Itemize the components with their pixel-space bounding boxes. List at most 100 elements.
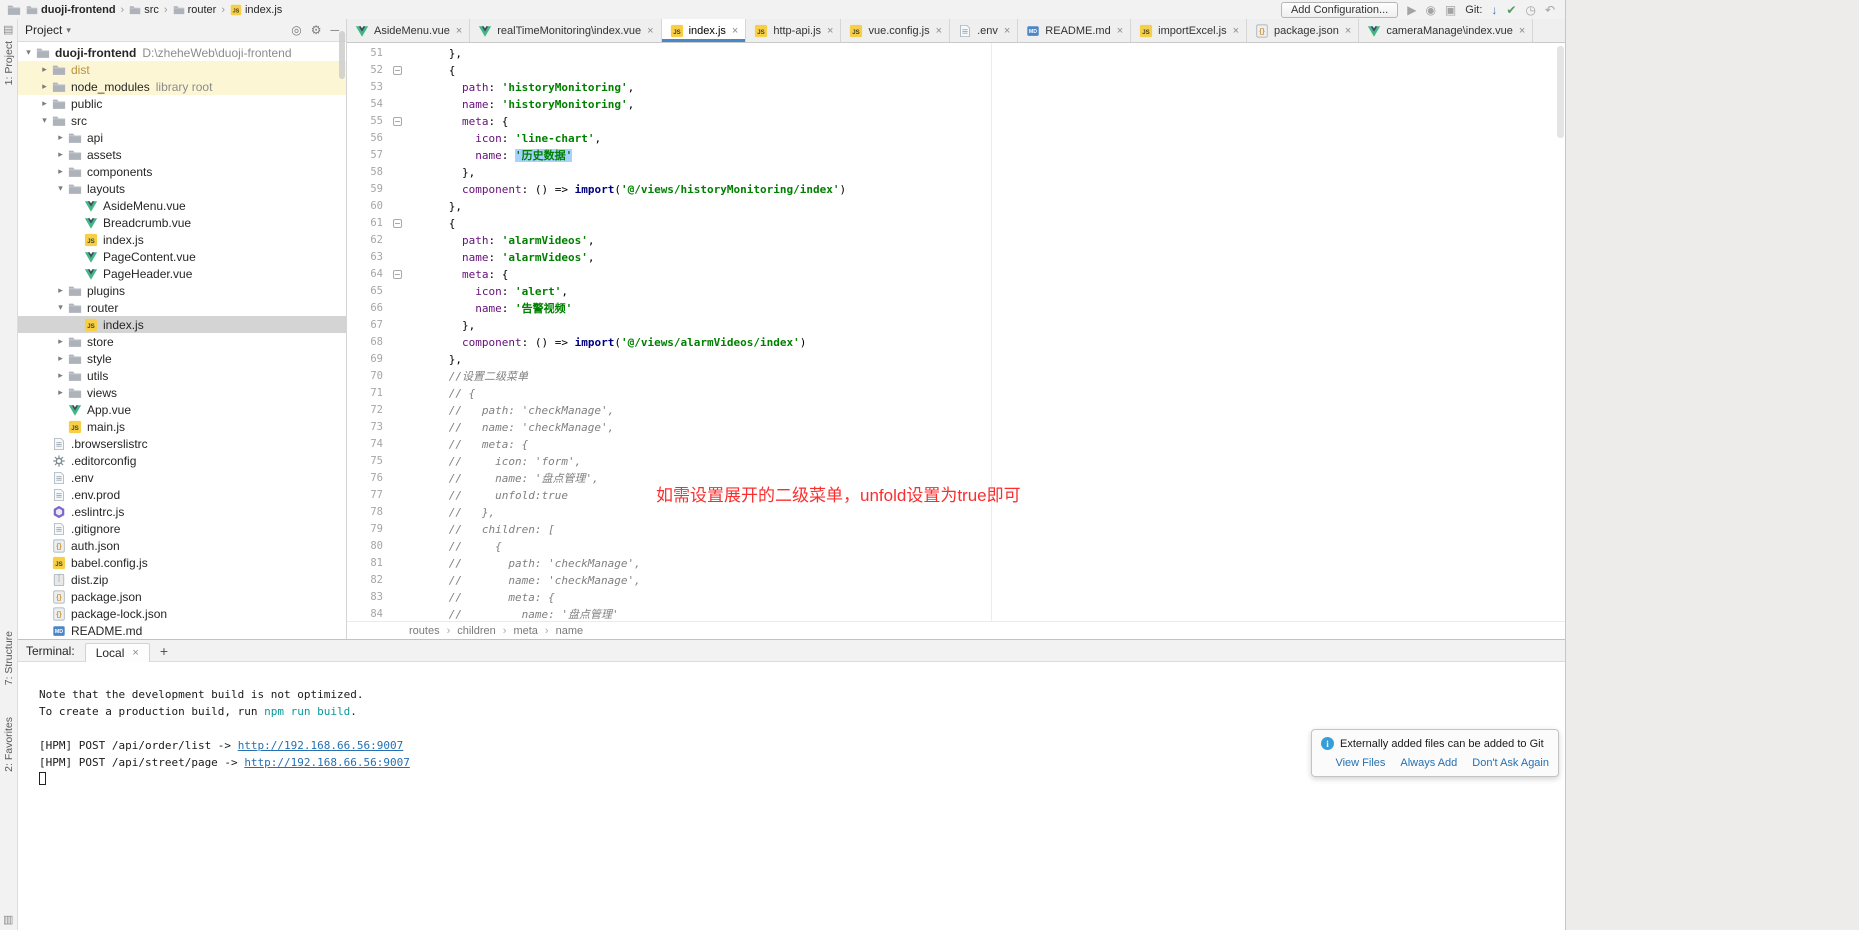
tree-item-.eslintrc.js[interactable]: .eslintrc.js (18, 503, 346, 520)
add-configuration-button[interactable]: Add Configuration... (1281, 2, 1398, 18)
tree-item-router[interactable]: ▾router (18, 299, 346, 316)
tab-.env[interactable]: .env× (950, 19, 1018, 42)
rollback-icon[interactable]: ↶ (1545, 4, 1555, 16)
tab-vue.config.js[interactable]: JSvue.config.js× (841, 19, 950, 42)
tab-cameraManage\index.vue[interactable]: cameraManage\index.vue× (1359, 19, 1533, 42)
tree-item-PageHeader.vue[interactable]: PageHeader.vue (18, 265, 346, 282)
editor-breadcrumb-routes[interactable]: routes (409, 625, 440, 637)
chevron-collapsed-icon[interactable]: ▸ (38, 64, 51, 75)
locate-file-button[interactable]: ◎ (291, 23, 301, 37)
editor-breadcrumb-meta[interactable]: meta (513, 625, 537, 637)
breadcrumb-item-index.js[interactable]: JSindex.js (228, 4, 284, 16)
tree-item-README.md[interactable]: MDREADME.md (18, 622, 346, 639)
tab-README.md[interactable]: MDREADME.md× (1018, 19, 1131, 42)
tree-item-dist.zip[interactable]: dist.zip (18, 571, 346, 588)
tree-item-main.js[interactable]: JSmain.js (18, 418, 346, 435)
fold-box-icon[interactable] (393, 117, 402, 126)
tab-index.js[interactable]: JSindex.js× (662, 19, 747, 42)
terminal-tab-local[interactable]: Local × (85, 643, 150, 662)
code-editor[interactable]: 51 },52 {53 path: 'historyMonitoring',54… (347, 43, 1565, 621)
tab-close-icon[interactable]: × (827, 25, 833, 37)
tab-close-icon[interactable]: × (936, 25, 942, 37)
chevron-down-icon[interactable]: ▾ (66, 25, 71, 36)
tree-item-views[interactable]: ▸views (18, 384, 346, 401)
tab-close-icon[interactable]: × (1004, 25, 1010, 37)
tree-item-.gitignore[interactable]: .gitignore (18, 520, 346, 537)
tree-item-dist[interactable]: ▸dist (18, 61, 346, 78)
tab-close-icon[interactable]: × (1519, 25, 1525, 37)
terminal-output[interactable]: Note that the development build is not o… (18, 662, 1565, 930)
terminal-tab-close-icon[interactable]: × (132, 647, 138, 659)
debug-button[interactable]: ◉ (1425, 4, 1435, 16)
chevron-collapsed-icon[interactable]: ▸ (38, 98, 51, 109)
tree-item-package.json[interactable]: {}package.json (18, 588, 346, 605)
chevron-expanded-icon[interactable]: ▾ (54, 183, 67, 194)
terminal-link[interactable]: http://192.168.66.56:9007 (238, 739, 404, 752)
chevron-expanded-icon[interactable]: ▾ (54, 302, 67, 313)
tree-item-App.vue[interactable]: App.vue (18, 401, 346, 418)
tree-item-index.js[interactable]: JSindex.js (18, 316, 346, 333)
tree-item-index.js[interactable]: JSindex.js (18, 231, 346, 248)
stop-button[interactable]: ▣ (1445, 4, 1456, 16)
git-update-icon[interactable]: ↓ (1491, 4, 1497, 16)
tree-item-Breadcrumb.vue[interactable]: Breadcrumb.vue (18, 214, 346, 231)
tree-item-public[interactable]: ▸public (18, 95, 346, 112)
fold-marker[interactable] (387, 215, 409, 232)
hide-panel-button[interactable]: ─ (330, 23, 339, 37)
tab-close-icon[interactable]: × (1233, 25, 1239, 37)
fold-marker[interactable] (387, 62, 409, 79)
chevron-collapsed-icon[interactable]: ▸ (54, 336, 67, 347)
tree-item-node_modules[interactable]: ▸node_moduleslibrary root (18, 78, 346, 95)
tree-item-assets[interactable]: ▸assets (18, 146, 346, 163)
tree-item-AsideMenu.vue[interactable]: AsideMenu.vue (18, 197, 346, 214)
tab-AsideMenu.vue[interactable]: AsideMenu.vue× (347, 19, 470, 42)
tree-item-.env.prod[interactable]: .env.prod (18, 486, 346, 503)
tree-item-.env[interactable]: .env (18, 469, 346, 486)
chevron-collapsed-icon[interactable]: ▸ (54, 285, 67, 296)
tree-item-utils[interactable]: ▸utils (18, 367, 346, 384)
tool-window-button-favorites[interactable]: 2: Favorites (3, 717, 15, 772)
tree-item-plugins[interactable]: ▸plugins (18, 282, 346, 299)
chevron-collapsed-icon[interactable]: ▸ (54, 387, 67, 398)
fold-box-icon[interactable] (393, 219, 402, 228)
gear-icon[interactable]: ⚙ (311, 23, 322, 37)
notification-action-Don't Ask Again[interactable]: Don't Ask Again (1472, 757, 1549, 769)
tab-close-icon[interactable]: × (1117, 25, 1123, 37)
tab-close-icon[interactable]: × (647, 25, 653, 37)
editor-scrollbar[interactable] (1557, 46, 1564, 138)
tab-package.json[interactable]: {}package.json× (1247, 19, 1359, 42)
tab-close-icon[interactable]: × (1345, 25, 1351, 37)
tool-window-button-project[interactable]: 1: Project (3, 41, 15, 85)
chevron-collapsed-icon[interactable]: ▸ (54, 353, 67, 364)
editor-breadcrumb-name[interactable]: name (556, 625, 584, 637)
chevron-collapsed-icon[interactable]: ▸ (54, 370, 67, 381)
chevron-collapsed-icon[interactable]: ▸ (38, 81, 51, 92)
fold-box-icon[interactable] (393, 66, 402, 75)
new-terminal-button[interactable]: + (160, 643, 168, 659)
breadcrumb-item-router[interactable]: router (171, 4, 219, 16)
tree-item-package-lock.json[interactable]: {}package-lock.json (18, 605, 346, 622)
tree-item-duoji-frontend[interactable]: ▾duoji-frontendD:\zheheWeb\duoji-fronten… (18, 44, 346, 61)
terminal-link[interactable]: http://192.168.66.56:9007 (244, 756, 410, 769)
tree-item-api[interactable]: ▸api (18, 129, 346, 146)
project-panel-title[interactable]: Project (25, 23, 62, 37)
tree-item-.editorconfig[interactable]: .editorconfig (18, 452, 346, 469)
git-commit-icon[interactable]: ✔ (1506, 4, 1516, 16)
editor-breadcrumb-children[interactable]: children (457, 625, 496, 637)
chevron-collapsed-icon[interactable]: ▸ (54, 166, 67, 177)
notification-action-Always Add[interactable]: Always Add (1400, 757, 1457, 769)
tab-close-icon[interactable]: × (456, 25, 462, 37)
tree-item-components[interactable]: ▸components (18, 163, 346, 180)
tool-window-switcher-icon[interactable]: ▥ (3, 913, 13, 926)
tree-item-layouts[interactable]: ▾layouts (18, 180, 346, 197)
tree-item-.browserslistrc[interactable]: .browserslistrc (18, 435, 346, 452)
tree-item-store[interactable]: ▸store (18, 333, 346, 350)
breadcrumb-item-duoji-frontend[interactable]: duoji-frontend (24, 4, 118, 16)
fold-marker[interactable] (387, 266, 409, 283)
project-scrollbar[interactable] (339, 31, 345, 79)
chevron-collapsed-icon[interactable]: ▸ (54, 149, 67, 160)
fold-marker[interactable] (387, 113, 409, 130)
tree-item-style[interactable]: ▸style (18, 350, 346, 367)
tree-item-src[interactable]: ▾src (18, 112, 346, 129)
tree-item-auth.json[interactable]: {}auth.json (18, 537, 346, 554)
